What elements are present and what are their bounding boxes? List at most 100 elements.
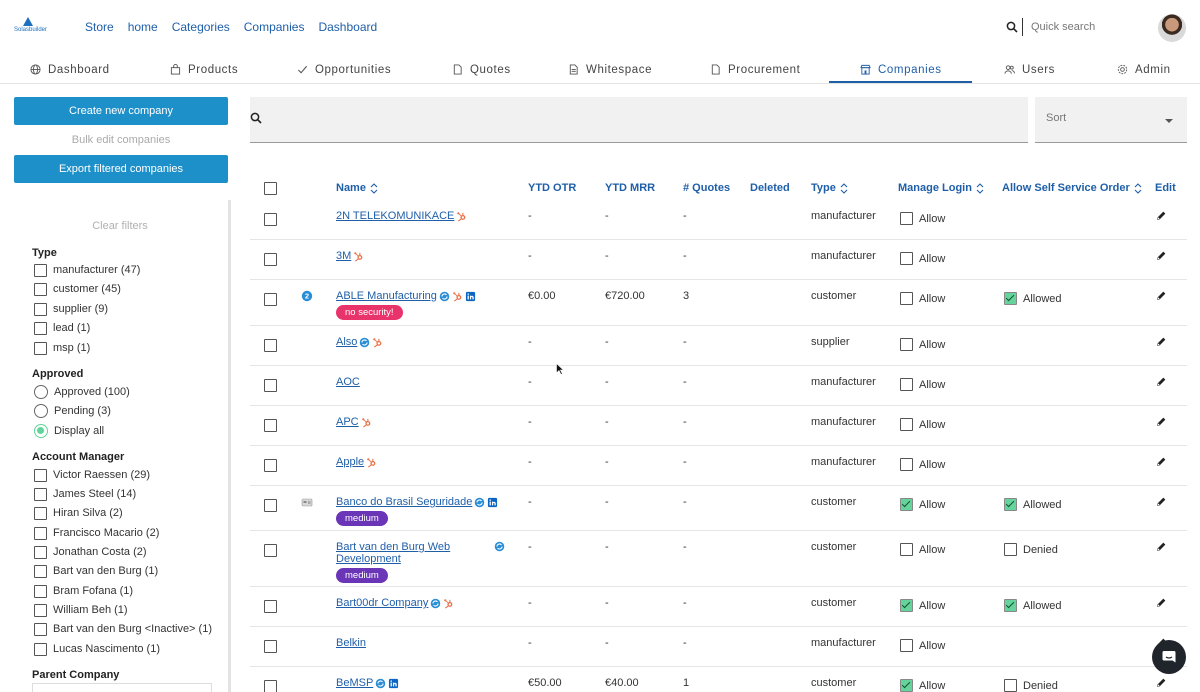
filter-approved-option[interactable]: Display all: [34, 423, 104, 439]
row-checkbox[interactable]: [264, 293, 277, 306]
manage-login-checkbox[interactable]: [900, 599, 913, 612]
filter-am-option[interactable]: Bram Fofana (1): [34, 583, 133, 599]
row-checkbox[interactable]: [264, 379, 277, 392]
column-quotes[interactable]: # Quotes: [683, 182, 730, 194]
edit-pencil-icon[interactable]: [1156, 290, 1167, 301]
topnav-store[interactable]: Store: [85, 20, 114, 34]
manage-login-checkbox[interactable]: [900, 292, 913, 305]
company-name-link[interactable]: Also: [336, 336, 357, 348]
checkbox[interactable]: [34, 302, 47, 316]
row-checkbox[interactable]: [264, 600, 277, 613]
hubspot-icon[interactable]: [361, 417, 372, 428]
manage-login-toggle[interactable]: Allow: [900, 252, 945, 265]
company-name-link-cont[interactable]: Development: [336, 553, 486, 565]
company-name-link[interactable]: Bart van den Burg Web: [336, 541, 486, 553]
filter-am-option[interactable]: Lucas Nascimento (1): [34, 641, 160, 657]
radio[interactable]: [34, 385, 48, 399]
create-company-button[interactable]: Create new company: [14, 97, 228, 125]
filter-am-option[interactable]: James Steel (14): [34, 486, 136, 502]
filter-am-option[interactable]: William Beh (1): [34, 602, 128, 618]
checkbox[interactable]: [34, 341, 47, 355]
linkedin-icon[interactable]: [465, 291, 476, 302]
tab-opportunities[interactable]: Opportunities: [297, 56, 391, 83]
row-checkbox[interactable]: [264, 213, 277, 226]
manage-login-toggle[interactable]: Allow: [900, 338, 945, 351]
self-service-toggle[interactable]: Allowed: [1004, 292, 1062, 305]
tab-whitespace[interactable]: Whitespace: [568, 56, 652, 83]
export-companies-button[interactable]: Export filtered companies: [14, 155, 228, 183]
manage-login-checkbox[interactable]: [900, 543, 913, 556]
column-self-service[interactable]: Allow Self Service Order: [1002, 182, 1142, 194]
filter-am-option[interactable]: Bart van den Burg (1): [34, 563, 158, 579]
edit-pencil-icon[interactable]: [1156, 416, 1167, 427]
tab-companies[interactable]: Companies: [860, 56, 942, 83]
company-search-input[interactable]: [250, 97, 1028, 143]
filter-am-option[interactable]: Victor Raessen (29): [34, 467, 150, 483]
edit-pencil-icon[interactable]: [1156, 336, 1167, 347]
checkbox[interactable]: [34, 263, 47, 277]
company-name-link[interactable]: AOC: [336, 376, 360, 388]
column-ytd-otr[interactable]: YTD OTR: [528, 182, 576, 194]
quick-search[interactable]: Quick search: [1006, 18, 1095, 36]
checkbox[interactable]: [34, 545, 47, 559]
row-checkbox[interactable]: [264, 544, 277, 557]
hubspot-icon[interactable]: [443, 598, 454, 609]
column-manage-login[interactable]: Manage Login: [898, 182, 984, 194]
topnav-categories[interactable]: Categories: [172, 20, 230, 34]
company-name-link[interactable]: 2N TELEKOMUNIKACE: [336, 210, 454, 222]
edit-pencil-icon[interactable]: [1156, 250, 1167, 261]
row-checkbox[interactable]: [264, 459, 277, 472]
filter-type-option[interactable]: supplier (9): [34, 301, 108, 317]
bulk-edit-button[interactable]: Bulk edit companies: [14, 128, 228, 152]
filter-am-option[interactable]: Bart van den Burg <Inactive> (1): [34, 621, 212, 637]
manage-login-toggle[interactable]: Allow: [900, 378, 945, 391]
company-name-link[interactable]: Belkin: [336, 637, 366, 649]
checkbox[interactable]: [34, 584, 47, 598]
tab-quotes[interactable]: Quotes: [452, 56, 511, 83]
self-service-toggle[interactable]: Allowed: [1004, 498, 1062, 511]
sync-icon[interactable]: [439, 291, 450, 302]
company-name-link[interactable]: Apple: [336, 456, 364, 468]
manage-login-checkbox[interactable]: [900, 458, 913, 471]
self-service-toggle[interactable]: Denied: [1004, 679, 1058, 692]
edit-pencil-icon[interactable]: [1156, 456, 1167, 467]
column-name[interactable]: Name: [336, 182, 378, 194]
self-service-toggle[interactable]: Denied: [1004, 543, 1058, 556]
tab-users[interactable]: Users: [1004, 56, 1055, 83]
column-ytd-mrr[interactable]: YTD MRR: [605, 182, 655, 194]
manage-login-toggle[interactable]: Allow: [900, 679, 945, 692]
sort-select[interactable]: Sort: [1035, 97, 1187, 143]
linkedin-icon[interactable]: [487, 497, 498, 508]
filter-am-option[interactable]: Francisco Macario (2): [34, 525, 159, 541]
self-service-checkbox[interactable]: [1004, 543, 1017, 556]
manage-login-toggle[interactable]: Allow: [900, 543, 945, 556]
tab-dashboard[interactable]: Dashboard: [30, 56, 110, 83]
company-name-link[interactable]: BeMSP: [336, 677, 373, 689]
filter-am-option[interactable]: Hiran Silva (2): [34, 505, 123, 521]
sync-icon[interactable]: [494, 541, 505, 552]
topnav-dashboard[interactable]: Dashboard: [318, 20, 377, 34]
row-checkbox[interactable]: [264, 680, 277, 692]
checkbox[interactable]: [34, 564, 47, 578]
manage-login-checkbox[interactable]: [900, 252, 913, 265]
hubspot-icon[interactable]: [372, 337, 383, 348]
filters-scrollbar[interactable]: [228, 200, 231, 692]
checkbox[interactable]: [34, 321, 47, 335]
self-service-checkbox[interactable]: [1004, 292, 1017, 305]
manage-login-toggle[interactable]: Allow: [900, 599, 945, 612]
linkedin-icon[interactable]: [388, 678, 399, 689]
manage-login-checkbox[interactable]: [900, 639, 913, 652]
filter-type-option[interactable]: customer (45): [34, 281, 121, 297]
filter-approved-option[interactable]: Pending (3): [34, 403, 111, 419]
checkbox[interactable]: [34, 603, 47, 617]
company-name-link[interactable]: Bart00dr Company: [336, 597, 428, 609]
manage-login-toggle[interactable]: Allow: [900, 418, 945, 431]
sync-icon[interactable]: [375, 678, 386, 689]
edit-pencil-icon[interactable]: [1156, 496, 1167, 507]
column-type[interactable]: Type: [811, 182, 848, 194]
manage-login-checkbox[interactable]: [900, 498, 913, 511]
self-service-checkbox[interactable]: [1004, 599, 1017, 612]
user-avatar[interactable]: [1158, 14, 1186, 42]
parent-company-input[interactable]: [32, 683, 212, 692]
checkbox[interactable]: [34, 282, 47, 296]
